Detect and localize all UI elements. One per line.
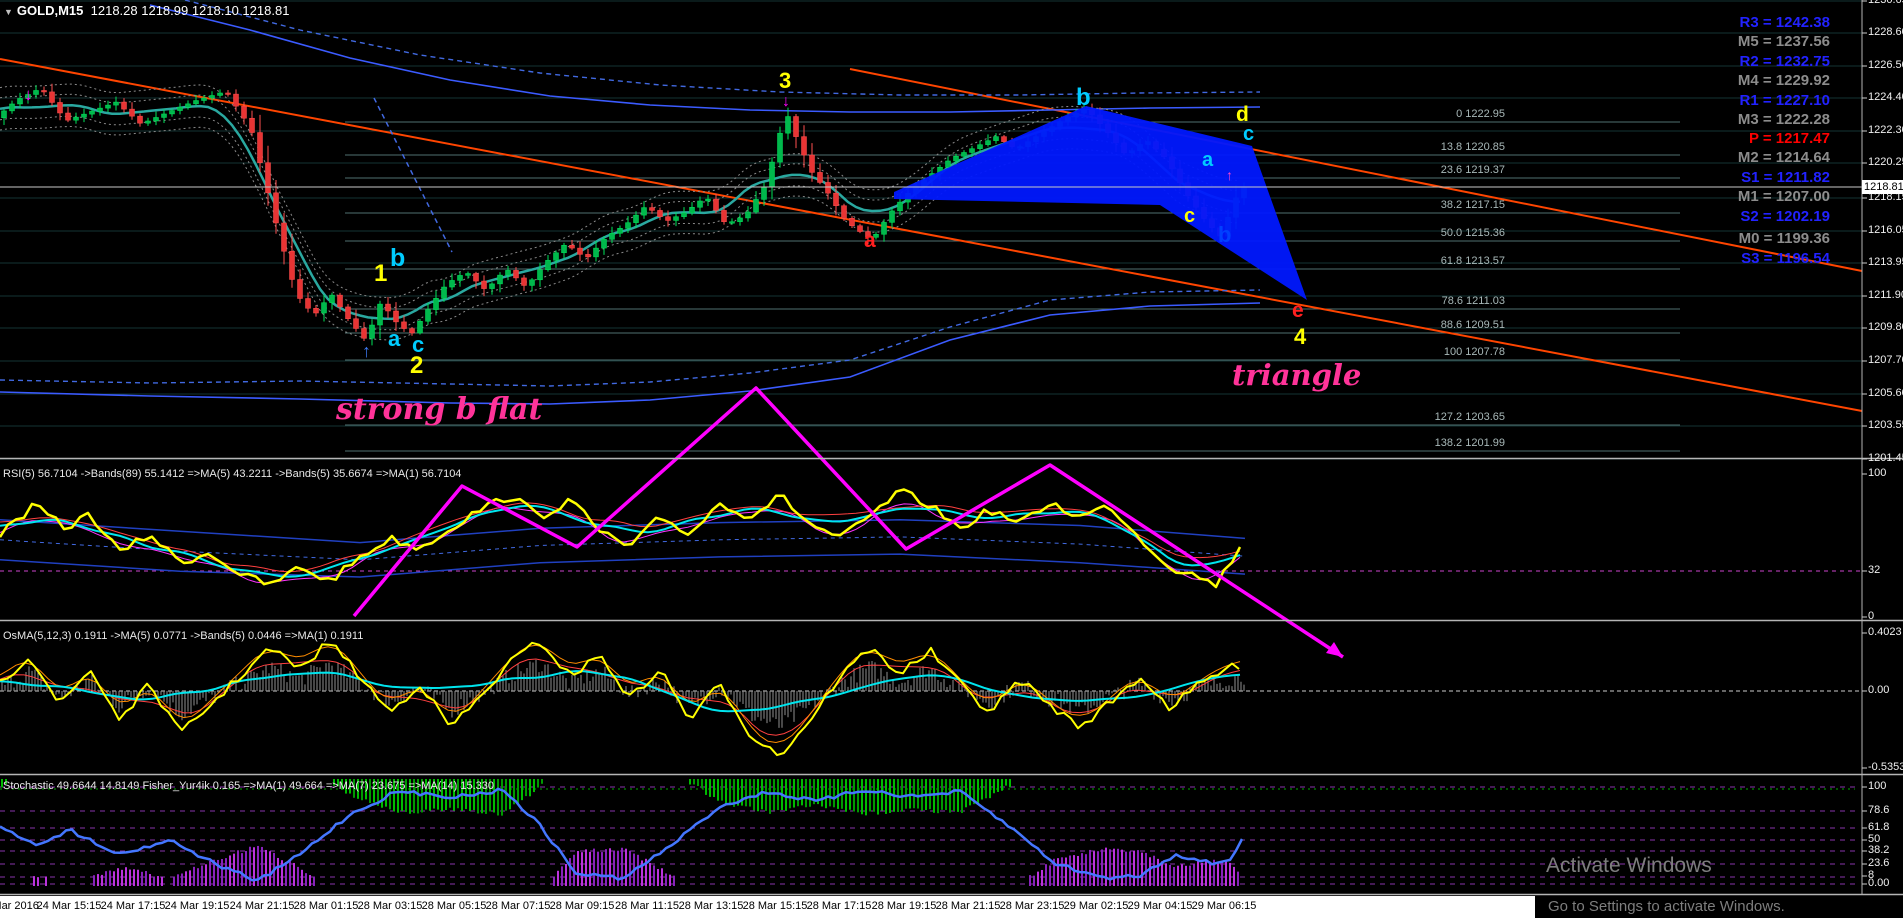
annotation-strong-b-flat: strong b flat bbox=[336, 392, 543, 427]
mt4-chart-window[interactable]: ▼ GOLD,M15 1218.28 1218.99 1218.10 1218.8… bbox=[0, 0, 1903, 918]
chart-header: ▼ GOLD,M15 1218.28 1218.99 1218.10 1218.8… bbox=[4, 3, 289, 18]
symbol-title: GOLD,M15 bbox=[16, 3, 84, 18]
rsi-indicator-label: RSI(5) 56.7104 ->Bands(89) 55.1412 =>MA(… bbox=[3, 468, 462, 480]
ohlc-values: 1218.28 1218.99 1218.10 1218.81 bbox=[90, 3, 290, 18]
time-axis[interactable] bbox=[0, 896, 1535, 918]
activate-windows-watermark: Activate Windows bbox=[1546, 854, 1712, 877]
activate-windows-subtext: Go to Settings to activate Windows. bbox=[1548, 898, 1785, 915]
osma-indicator-label: OsMA(5,12,3) 0.1911 ->MA(5) 0.0771 ->Ban… bbox=[3, 630, 364, 642]
current-price-box: 1218.81 bbox=[1862, 180, 1903, 194]
annotation-triangle: triangle bbox=[1232, 358, 1362, 392]
fisher-indicator-label: Stochastic 49.6644 14.8149 Fisher_Yur4ik… bbox=[3, 780, 495, 792]
symbol-dropdown-icon[interactable]: ▼ bbox=[4, 7, 13, 17]
